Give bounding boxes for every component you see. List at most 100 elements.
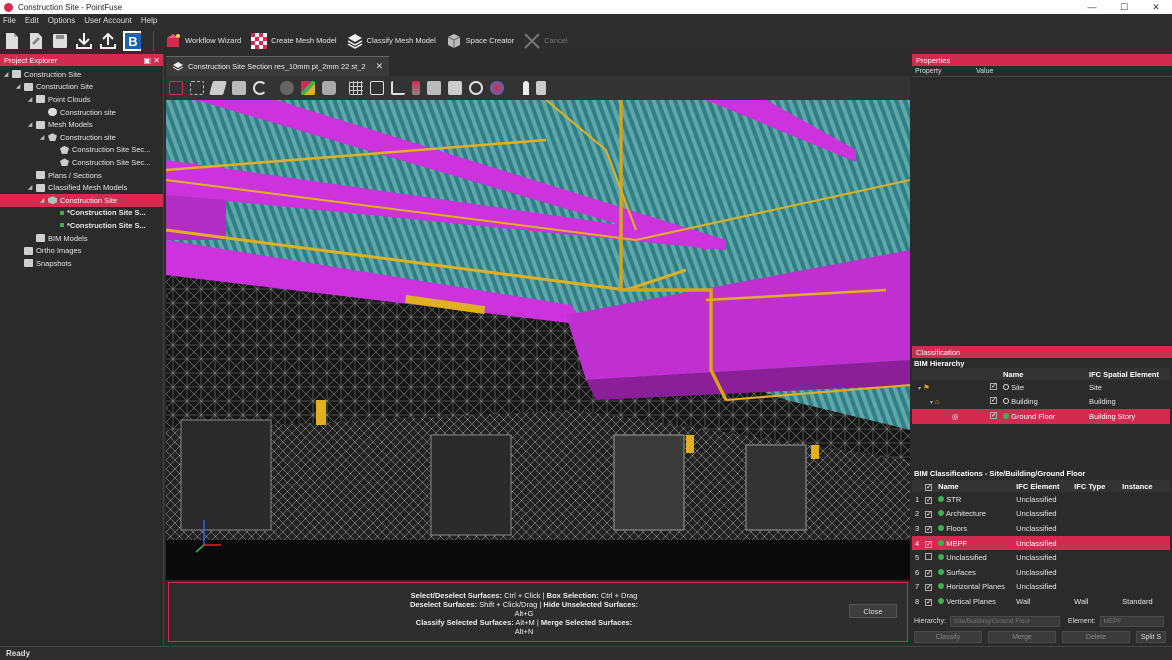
tree-item[interactable]: Construction Site Sec... bbox=[0, 156, 163, 169]
menu-help[interactable]: Help bbox=[141, 16, 157, 25]
expand-arrow-icon[interactable]: ◢ bbox=[14, 83, 22, 90]
row-checkbox[interactable]: ✓ bbox=[925, 496, 933, 504]
tree-item[interactable]: ◢ Construction Site bbox=[0, 68, 163, 81]
flag-marker-icon[interactable] bbox=[536, 81, 546, 95]
floor-checkbox[interactable]: ✓ bbox=[990, 411, 997, 419]
merge-button[interactable]: Merge bbox=[988, 631, 1056, 643]
building-checkbox[interactable]: ✓ bbox=[990, 397, 997, 405]
create-mesh-model-button[interactable]: Create Mesh Model bbox=[250, 32, 337, 50]
classify-button[interactable]: Classify bbox=[914, 631, 982, 643]
row-checkbox[interactable]: ✓ bbox=[925, 540, 933, 548]
select-all-checkbox[interactable]: ✓ bbox=[925, 483, 933, 491]
expand-arrow-icon[interactable]: ◢ bbox=[26, 96, 34, 103]
cancel-button[interactable]: Cancel bbox=[523, 32, 568, 50]
menu-options[interactable]: Options bbox=[48, 16, 76, 25]
export-icon[interactable] bbox=[99, 31, 117, 51]
new-project-icon[interactable] bbox=[3, 31, 21, 51]
tree-item[interactable]: *Construction Site S... bbox=[0, 207, 163, 220]
row-number: 2 bbox=[915, 509, 920, 519]
status-dot-icon bbox=[938, 524, 945, 531]
close-window-icon[interactable]: ✕ bbox=[1140, 2, 1172, 13]
tree-item[interactable]: ◢ Point Clouds bbox=[0, 93, 163, 106]
tree-item[interactable]: Snapshots bbox=[0, 257, 163, 270]
color-mode-icon[interactable] bbox=[301, 81, 315, 95]
aperture-icon[interactable] bbox=[469, 81, 483, 95]
tree-item[interactable]: Ortho Images bbox=[0, 244, 163, 257]
maximize-icon[interactable]: ☐ bbox=[1108, 2, 1140, 13]
hierarchy-row-building[interactable]: ▾ ⌂ ✓ Building Building bbox=[912, 395, 1170, 410]
workflow-wizard-button[interactable]: Workflow Wizard bbox=[164, 32, 241, 50]
expand-arrow-icon[interactable]: ◢ bbox=[38, 197, 46, 204]
document-tab[interactable]: Construction Site Section res_10mm pt_2m… bbox=[166, 56, 390, 76]
save-icon[interactable] bbox=[51, 31, 69, 51]
section-box-icon[interactable] bbox=[412, 81, 420, 95]
lasso-select-icon[interactable] bbox=[190, 81, 204, 95]
box-icon[interactable] bbox=[427, 81, 441, 95]
select-surface-icon[interactable] bbox=[169, 81, 183, 95]
hierarchy-row-site[interactable]: ▾ ⚑ ✓ Site Site bbox=[912, 380, 1170, 395]
tree-item[interactable]: ◢ Construction Site bbox=[0, 193, 163, 207]
row-ifc-element: Unclassified bbox=[1016, 582, 1057, 592]
tree-item[interactable]: *Construction Site S... bbox=[0, 219, 163, 232]
tree-item[interactable]: ◢ Classified Mesh Models bbox=[0, 181, 163, 194]
space-creator-button[interactable]: Space Creator bbox=[445, 32, 514, 50]
panel-controls[interactable]: ▣ ✕ bbox=[144, 56, 160, 65]
classification-row[interactable]: 6 ✓ Surfaces Unclassified bbox=[912, 565, 1170, 580]
menu-edit[interactable]: Edit bbox=[25, 16, 39, 25]
classification-row[interactable]: 5 Unclassified Unclassified bbox=[912, 550, 1170, 565]
bim-b-icon[interactable]: B bbox=[123, 30, 141, 51]
camera-icon[interactable] bbox=[448, 81, 462, 95]
classification-row[interactable]: 1 ✓ STR Unclassified bbox=[912, 492, 1170, 507]
copy-icon[interactable] bbox=[370, 81, 384, 95]
classification-row[interactable]: 3 ✓ Floors Unclassified bbox=[912, 521, 1170, 536]
shortcut-hint-panel: Select/Deselect Surfaces: Ctrl + Click |… bbox=[168, 582, 908, 642]
cube-view-icon[interactable] bbox=[232, 81, 246, 95]
expand-arrow-icon[interactable]: ◢ bbox=[2, 71, 10, 78]
row-checkbox[interactable]: ✓ bbox=[925, 511, 933, 519]
tree-item[interactable]: ◢ Construction Site bbox=[0, 81, 163, 94]
row-checkbox[interactable]: ✓ bbox=[925, 569, 933, 577]
tree-item[interactable]: Construction Site Sec... bbox=[0, 144, 163, 157]
row-checkbox[interactable] bbox=[925, 553, 933, 561]
tree-item[interactable]: ◢ Mesh Models bbox=[0, 118, 163, 131]
delete-button[interactable]: Delete bbox=[1062, 631, 1130, 643]
row-instance bbox=[1119, 521, 1170, 536]
status-bar: Ready bbox=[0, 646, 1172, 660]
expand-arrow-icon[interactable]: ◢ bbox=[26, 184, 34, 191]
expand-arrow-icon[interactable]: ◢ bbox=[26, 121, 34, 128]
tab-close-icon[interactable]: ✕ bbox=[376, 61, 384, 72]
import-icon[interactable] bbox=[75, 31, 93, 51]
row-checkbox[interactable]: ✓ bbox=[925, 525, 933, 533]
classify-mesh-model-button[interactable]: Classify Mesh Model bbox=[346, 32, 436, 50]
row-ifc-element: Unclassified bbox=[1016, 553, 1057, 563]
crop-icon[interactable] bbox=[391, 81, 405, 95]
classification-row[interactable]: 4 ✓ MEPF Unclassified bbox=[912, 535, 1170, 551]
tree-item[interactable]: Plans / Sections bbox=[0, 169, 163, 182]
split-button[interactable]: Split S bbox=[1136, 631, 1166, 643]
tree-item[interactable]: Construction site bbox=[0, 106, 163, 119]
site-checkbox[interactable]: ✓ bbox=[990, 382, 997, 390]
row-checkbox[interactable]: ✓ bbox=[925, 598, 933, 606]
classification-row[interactable]: 7 ✓ Horizontal Planes Unclassified bbox=[912, 580, 1170, 595]
grid-icon[interactable] bbox=[349, 81, 363, 95]
menu-file[interactable]: File bbox=[3, 16, 16, 25]
classification-row[interactable]: 2 ✓ Architecture Unclassified bbox=[912, 507, 1170, 522]
3d-viewport[interactable] bbox=[166, 100, 910, 580]
filter-icon[interactable] bbox=[322, 81, 336, 95]
expand-arrow-icon[interactable]: ◢ bbox=[38, 134, 46, 141]
surface-mode-icon[interactable] bbox=[209, 81, 227, 95]
tree-item[interactable]: ◢ Construction site bbox=[0, 131, 163, 144]
classification-row[interactable]: 8 ✓ Vertical Planes Wall Wall Standard bbox=[912, 594, 1170, 609]
open-project-icon[interactable] bbox=[27, 31, 45, 51]
render-icon[interactable] bbox=[490, 81, 504, 95]
element-field[interactable]: MEPF bbox=[1099, 616, 1164, 627]
row-checkbox[interactable]: ✓ bbox=[925, 584, 933, 592]
cloud-icon[interactable] bbox=[280, 81, 294, 95]
close-hints-button[interactable]: Close bbox=[849, 604, 897, 618]
minimize-icon[interactable]: — bbox=[1076, 2, 1108, 13]
pin-icon[interactable] bbox=[523, 81, 529, 95]
tree-item[interactable]: BIM Models bbox=[0, 232, 163, 245]
menu-user-account[interactable]: User Account bbox=[84, 16, 132, 25]
rotate-icon[interactable] bbox=[253, 81, 267, 95]
hierarchy-row-ground-floor[interactable]: ◎ ✓ Ground Floor Building Story bbox=[912, 409, 1170, 424]
